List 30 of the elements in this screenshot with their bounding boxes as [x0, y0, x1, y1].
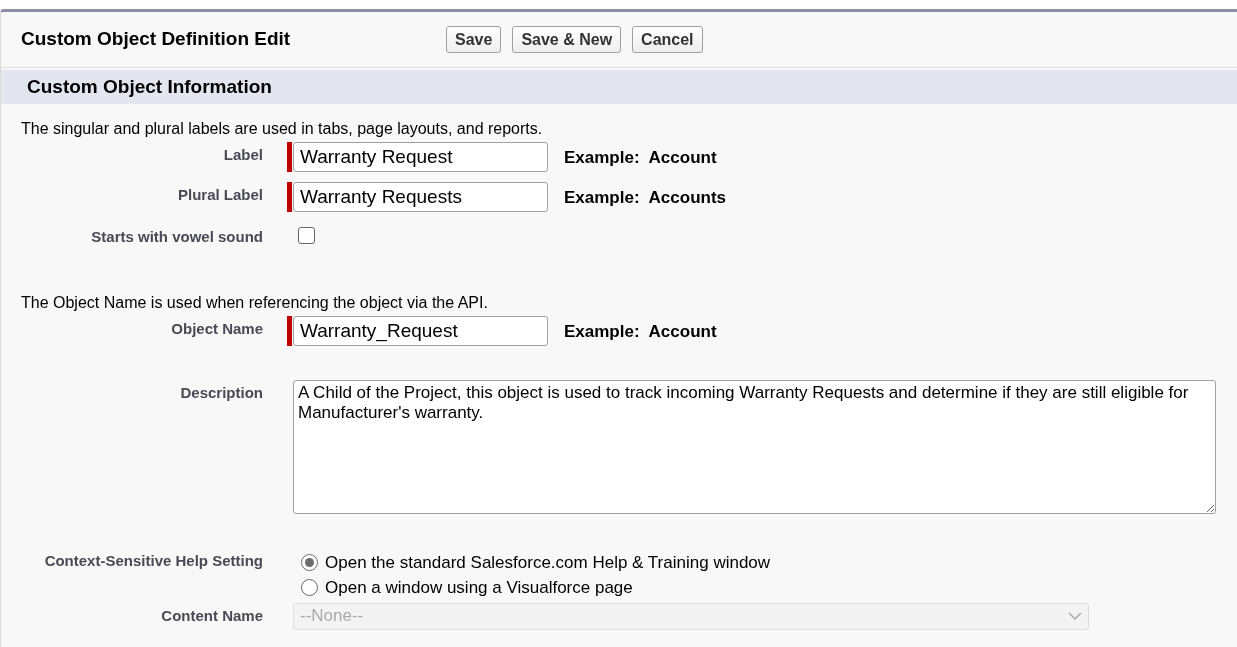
field-label: Context-Sensitive Help Setting	[43, 550, 263, 571]
form-button[interactable]: Cancel	[632, 26, 703, 53]
field-label: Description	[179, 382, 263, 403]
form-button[interactable]: Save & New	[512, 26, 622, 53]
field-label: Content Name	[160, 605, 263, 626]
chevron-down-icon	[1068, 611, 1082, 621]
checkbox[interactable]	[298, 227, 315, 244]
radio-button[interactable]	[301, 553, 318, 571]
example-label: Example:	[564, 320, 640, 343]
field-label: Object Name	[170, 318, 263, 339]
example-value: Accounts	[648, 187, 727, 209]
radio-label: Open a window using a Visualforce page	[325, 577, 633, 599]
page-title: Custom Object Definition Edit	[21, 27, 292, 52]
field-label: Label	[222, 145, 263, 165]
help-text: The singular and plural labels are used in tabs, page layouts, and reports.	[21, 119, 544, 139]
description-field[interactable]: A Child of the Project, this object is used to track incoming Warranty Requests and determine if they are still eligible for Manufacturer's warranty.	[293, 379, 1216, 514]
field-label: Starts with vowel sound	[90, 227, 263, 247]
example-value: Account	[648, 320, 717, 343]
form-button[interactable]: Save	[446, 26, 502, 53]
radio-button[interactable]	[301, 579, 318, 597]
field-label: Plural Label	[176, 185, 263, 205]
radio-label: Open the standard Salesforce.com Help & Training window	[325, 551, 771, 574]
text-input[interactable]: Warranty Request	[293, 142, 548, 172]
text-input[interactable]: Warranty Requests	[293, 182, 548, 212]
example-value: Account	[648, 147, 717, 169]
example-label: Example:	[564, 187, 640, 209]
example-label: Example:	[564, 147, 640, 169]
text-input[interactable]: Warranty_Request	[293, 315, 548, 346]
section-title: Custom Object Information	[27, 74, 272, 99]
help-text: The Object Name is used when referencing the object via the API.	[21, 292, 489, 313]
